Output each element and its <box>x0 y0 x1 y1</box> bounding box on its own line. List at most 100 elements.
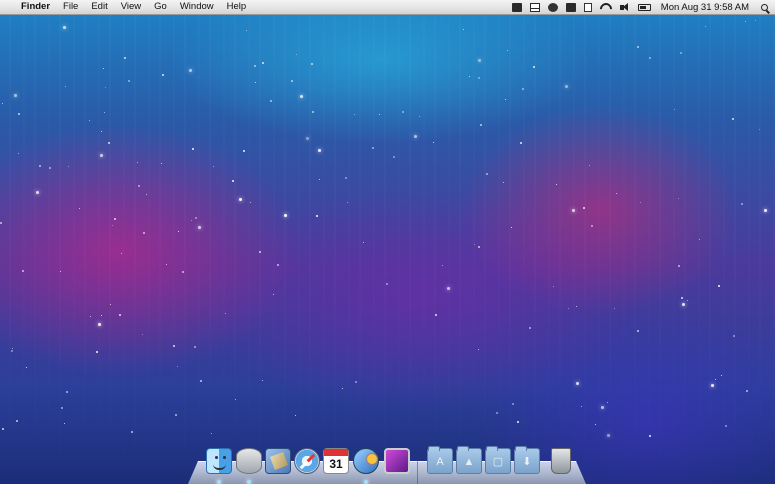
wallpaper-star <box>121 253 122 254</box>
status-round-icon[interactable] <box>547 2 558 12</box>
wallpaper-star <box>235 399 236 400</box>
folder-stack-icon[interactable]: ▲ <box>456 446 482 474</box>
menu-bar-left: Finder File Edit View Go Window Help <box>7 0 259 14</box>
wallpaper-star <box>372 147 374 149</box>
mail-status-icon[interactable] <box>529 2 540 12</box>
wallpaper-star <box>112 225 113 226</box>
calendar-day: 31 <box>329 457 343 471</box>
menu-go[interactable]: Go <box>154 0 167 14</box>
wallpaper-star <box>681 297 683 299</box>
wallpaper-star <box>26 367 27 368</box>
wallpaper-star <box>146 194 147 195</box>
wallpaper-star <box>363 242 364 243</box>
wallpaper-star <box>270 100 272 102</box>
wallpaper-star <box>393 156 395 158</box>
wallpaper-star <box>478 246 480 248</box>
wallpaper-star <box>759 129 760 130</box>
wallpaper-star <box>576 382 579 385</box>
wallpaper-star <box>755 20 756 21</box>
wallpaper-star <box>198 226 201 229</box>
wallpaper-star <box>142 334 143 335</box>
app-menu-finder[interactable]: Finder <box>21 0 50 14</box>
wallpaper-star <box>166 264 167 265</box>
desktop-wallpaper <box>0 0 775 484</box>
wallpaper-star <box>576 306 577 307</box>
wallpaper-star <box>342 388 343 389</box>
menu-edit[interactable]: Edit <box>91 0 107 14</box>
preview-app-icon[interactable] <box>353 448 379 474</box>
wallpaper-star <box>529 327 531 329</box>
wallpaper-star <box>318 149 321 152</box>
wallpaper-star <box>195 217 197 219</box>
downloads-stack-icon[interactable]: ⬇ <box>514 446 540 474</box>
wallpaper-star <box>138 185 140 187</box>
wallpaper-star <box>291 80 293 82</box>
wallpaper-star <box>16 420 18 422</box>
wallpaper-star <box>718 285 720 287</box>
wallpaper-star <box>104 112 105 113</box>
wallpaper-star <box>259 251 261 253</box>
menu-view[interactable]: View <box>121 0 141 14</box>
menu-window[interactable]: Window <box>180 0 214 14</box>
menu-help[interactable]: Help <box>227 0 247 14</box>
wifi-icon[interactable] <box>600 3 612 12</box>
wallpaper-star <box>178 231 179 232</box>
mail-app-icon[interactable] <box>265 448 291 474</box>
wallpaper-star <box>674 109 675 110</box>
wallpaper-star <box>246 30 247 31</box>
wallpaper-star <box>98 323 101 326</box>
wallpaper-star <box>568 308 569 309</box>
wallpaper-star <box>725 425 727 427</box>
wallpaper-star <box>478 77 480 79</box>
wallpaper-star <box>419 116 420 117</box>
wallpaper-star <box>680 52 682 54</box>
menu-file[interactable]: File <box>63 0 78 14</box>
finder-icon[interactable] <box>206 448 232 474</box>
dock-separator <box>417 460 418 484</box>
wallpaper-star <box>512 403 514 405</box>
wallpaper-star <box>243 150 245 152</box>
document-status-icon[interactable] <box>583 2 592 12</box>
photo-thumbnail-icon[interactable] <box>384 448 410 474</box>
wallpaper-star <box>182 271 184 273</box>
wallpaper-star <box>296 54 297 55</box>
wallpaper-star <box>591 225 593 227</box>
wallpaper-star <box>311 63 313 65</box>
wallpaper-star <box>64 423 65 424</box>
spotlight-search-icon[interactable] <box>761 3 768 11</box>
wallpaper-star <box>101 315 102 316</box>
disk-utility-icon[interactable] <box>236 448 262 474</box>
wallpaper-star <box>520 142 522 144</box>
wallpaper-star <box>61 407 63 409</box>
wallpaper-star <box>0 222 2 224</box>
menu-bar-clock[interactable]: Mon Aug 31 9:58 AM <box>661 2 749 13</box>
status-app-icon[interactable] <box>511 2 522 12</box>
trash-icon[interactable] <box>551 448 571 474</box>
wallpaper-star <box>505 99 506 100</box>
wallpaper-star <box>503 182 504 183</box>
calendar-icon[interactable]: 31 <box>323 448 349 474</box>
wallpaper-star <box>262 380 263 381</box>
wallpaper-star <box>414 135 417 138</box>
wallpaper-star <box>232 180 234 182</box>
wallpaper-star <box>175 414 177 416</box>
volume-icon[interactable] <box>619 2 630 12</box>
wallpaper-star <box>100 154 103 157</box>
wallpaper-star <box>60 271 61 272</box>
wallpaper-star <box>442 265 443 266</box>
wallpaper-star <box>733 335 735 337</box>
wallpaper-star <box>262 62 264 64</box>
wallpaper-streaks <box>0 0 775 484</box>
wallpaper-star <box>379 114 380 115</box>
wallpaper-star <box>255 82 256 83</box>
applications-stack-icon[interactable]: A <box>427 446 453 474</box>
wallpaper-star <box>614 308 615 309</box>
battery-icon[interactable] <box>637 3 651 11</box>
wallpaper-star <box>225 313 226 314</box>
documents-stack-icon[interactable]: ▢ <box>485 446 511 474</box>
applications-stack-glyph: A <box>436 456 444 468</box>
safari-icon[interactable] <box>294 448 320 474</box>
wallpaper-star <box>295 415 296 416</box>
dropbox-icon[interactable] <box>565 2 576 12</box>
wallpaper-star <box>79 208 80 209</box>
